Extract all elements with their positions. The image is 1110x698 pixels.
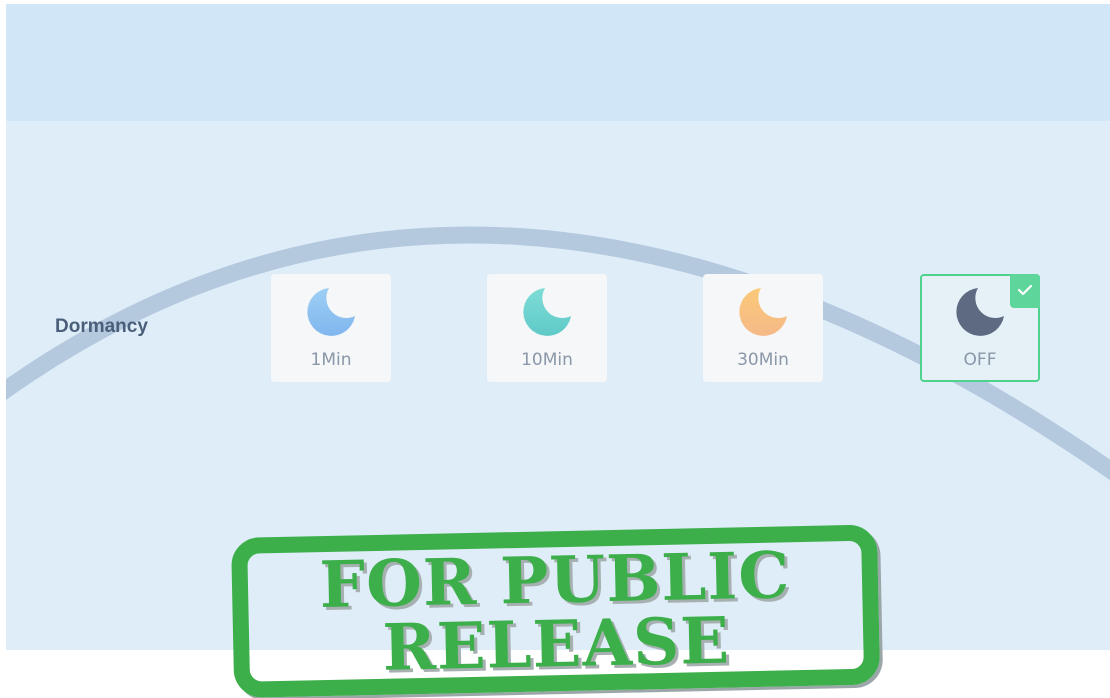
dormancy-option-off[interactable]: OFF (920, 274, 1040, 382)
dormancy-label: Dormancy (55, 316, 148, 337)
header-band (6, 4, 1110, 121)
dormancy-option-10min[interactable]: 10Min (487, 274, 607, 382)
dormancy-option-1min[interactable]: 1Min (271, 274, 391, 382)
option-label: 10Min (521, 350, 573, 370)
option-label: 1Min (310, 350, 352, 370)
moon-icon (956, 288, 1004, 336)
moon-icon (523, 288, 571, 336)
moon-icon (307, 288, 355, 336)
selected-badge (1010, 274, 1040, 308)
dormancy-option-30min[interactable]: 30Min (703, 274, 823, 382)
stamp-text: FOR PUBLIC RELEASE (231, 538, 880, 686)
option-label: OFF (963, 350, 997, 370)
option-label: 30Min (737, 350, 789, 370)
check-icon (1018, 284, 1032, 296)
public-release-stamp: FOR PUBLIC RELEASE (231, 524, 881, 698)
moon-icon (739, 288, 787, 336)
